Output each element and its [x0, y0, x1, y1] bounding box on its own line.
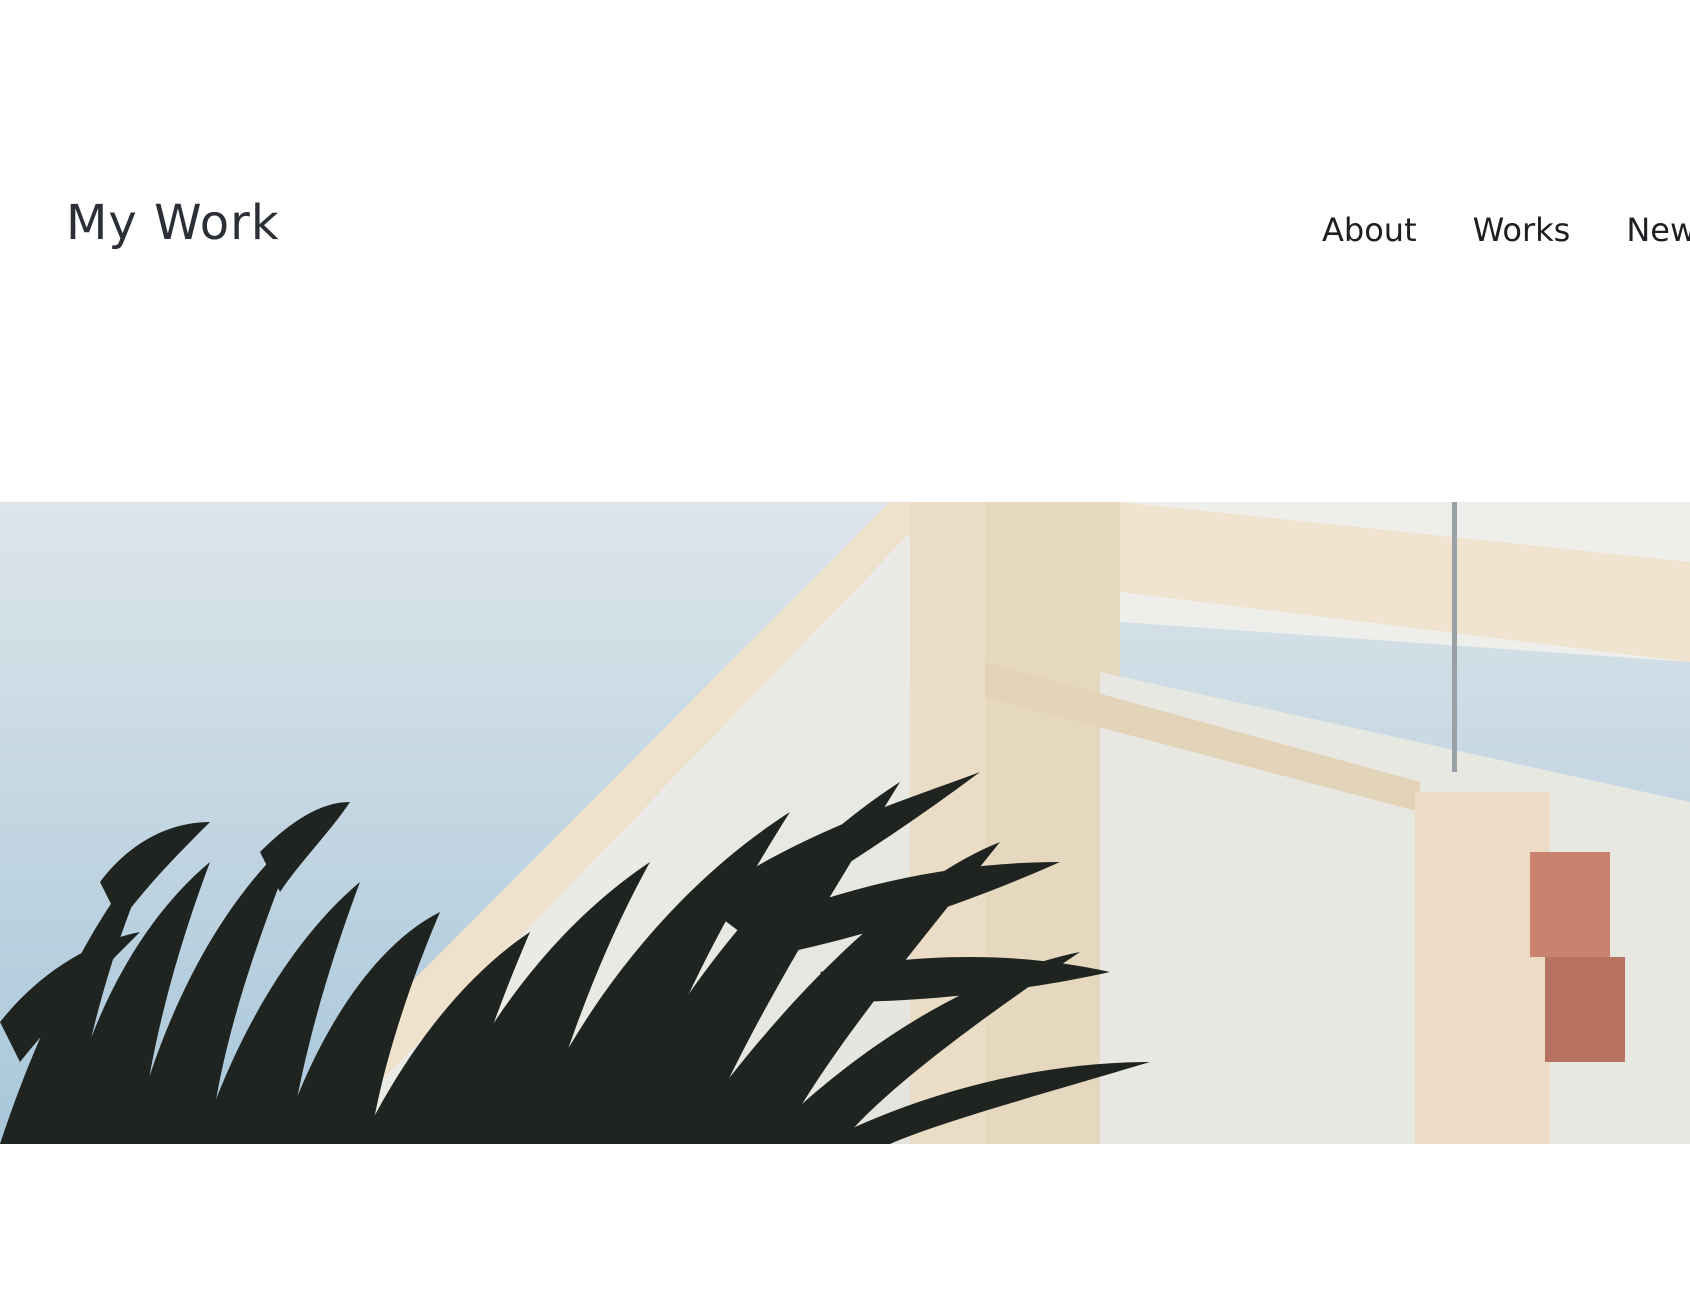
- nav-link-works[interactable]: Works: [1473, 211, 1571, 249]
- nav-link-news[interactable]: New: [1626, 211, 1690, 249]
- hero-image: [0, 502, 1690, 1144]
- site-header: My Work About Works New: [0, 0, 1690, 470]
- main-nav: About Works New: [1322, 208, 1690, 252]
- page: My Work About Works New: [0, 0, 1690, 1300]
- nav-link-about[interactable]: About: [1322, 211, 1417, 249]
- site-title[interactable]: My Work: [66, 193, 280, 253]
- hero-photo-palm-building: [0, 502, 1690, 1144]
- vent-brick: [1530, 852, 1610, 957]
